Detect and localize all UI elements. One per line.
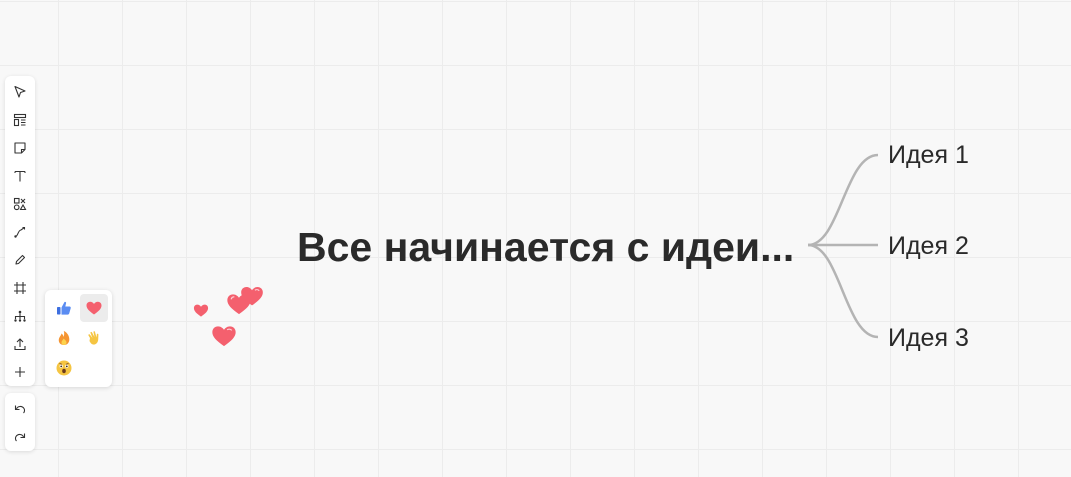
connector-line-3 (807, 243, 879, 339)
undo-button[interactable] (7, 395, 33, 423)
reactions-panel (45, 290, 112, 387)
template-tool-button[interactable] (7, 106, 33, 134)
upload-tool-button[interactable] (7, 330, 33, 358)
surprised-icon (56, 360, 72, 376)
template-icon (13, 113, 27, 127)
mindmap-child-node-3[interactable]: Идея 3 (888, 323, 969, 353)
select-icon (14, 85, 26, 98)
connector-icon (14, 226, 26, 238)
pen-tool-button[interactable] (7, 246, 33, 274)
heart-icon (86, 301, 102, 315)
reaction-fire-button[interactable] (50, 324, 78, 352)
pen-icon (15, 254, 26, 265)
redo-icon (14, 433, 26, 442)
mindmap-child-node-2[interactable]: Идея 2 (888, 231, 969, 261)
mindmap-icon (14, 310, 26, 322)
main-toolbar (5, 76, 35, 386)
reaction-surprised-button[interactable] (50, 354, 78, 382)
mindmap-child-node-1[interactable]: Идея 1 (888, 140, 969, 170)
sticky-note-icon (14, 142, 26, 154)
sticky-note-tool-button[interactable] (7, 134, 33, 162)
floating-heart-icon (241, 287, 263, 306)
fire-icon (58, 331, 70, 345)
frame-icon (14, 282, 26, 294)
reaction-thumbs-up-button[interactable] (50, 294, 78, 322)
shapes-tool-button[interactable] (7, 190, 33, 218)
thumbs-up-icon (57, 301, 71, 315)
connector-line-1 (807, 153, 879, 247)
reaction-heart-button[interactable] (80, 294, 108, 322)
mindmap-connectors (807, 153, 879, 339)
shapes-icon (13, 197, 27, 211)
floating-heart-icon (212, 326, 236, 347)
undo-icon (14, 405, 26, 414)
history-toolbar (5, 393, 35, 451)
wave-icon (88, 331, 99, 345)
more-tools-button[interactable] (7, 358, 33, 386)
reaction-wave-button[interactable] (80, 324, 108, 352)
mindmap-root-node[interactable]: Все начинается с идеи... (297, 222, 794, 272)
mindmap-tool-button[interactable] (7, 302, 33, 330)
upload-icon (14, 338, 26, 351)
redo-button[interactable] (7, 423, 33, 451)
text-tool-button[interactable] (7, 162, 33, 190)
text-icon (14, 170, 26, 182)
frame-tool-button[interactable] (7, 274, 33, 302)
select-tool-button[interactable] (7, 78, 33, 106)
connector-tool-button[interactable] (7, 218, 33, 246)
floating-heart-icon (193, 304, 209, 317)
plus-icon (15, 367, 25, 377)
